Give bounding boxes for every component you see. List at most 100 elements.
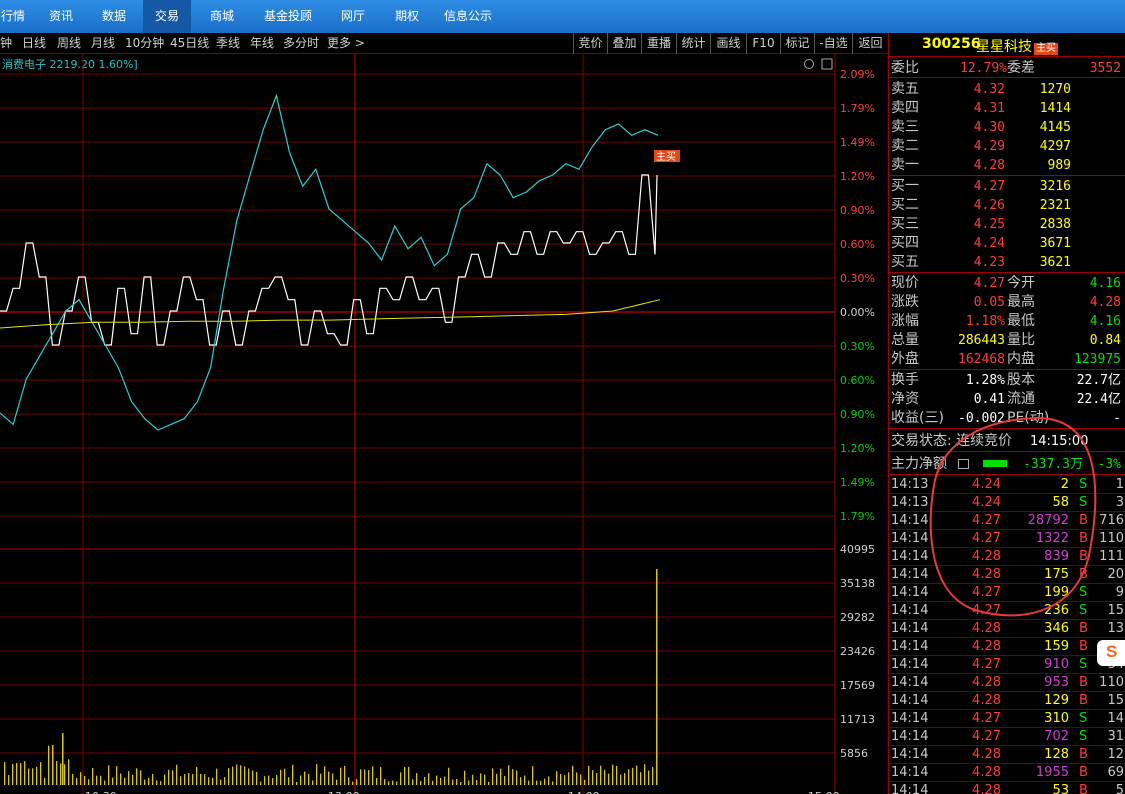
main-buy-badge: 主买 [1034,43,1058,55]
btn-stats[interactable]: 统计 [676,33,710,54]
stock-header: 300256 星星科技 主买 [889,33,1125,57]
period-day[interactable]: 日线 [22,33,46,54]
tick-row[interactable]: 14:14 4.27 310 S 14 [889,710,1125,728]
period-45day[interactable]: 45日线 [170,33,209,54]
quote-label: 今开 [1007,275,1035,291]
book-price[interactable]: 4.32 [949,80,1005,99]
volume-bar [232,766,234,785]
book-price[interactable]: 4.31 [949,99,1005,118]
nav-tab-mall[interactable]: 商城 [197,0,247,33]
book-price[interactable]: 4.27 [949,177,1005,196]
volume-bar [636,765,638,785]
book-price[interactable]: 4.24 [949,234,1005,253]
tick-row[interactable]: 14:14 4.28 128 B 12 [889,746,1125,764]
volume-bar [540,780,542,785]
period-month[interactable]: 月线 [91,33,115,54]
pct-tick-label: 0.90% [840,408,875,421]
pct-tick-label: 0.30% [840,340,875,353]
tick-t: 14:14 [891,693,929,708]
period-10min[interactable]: 10分钟 [125,33,164,54]
tick-row[interactable]: 14:144.28159B6 [889,638,1125,656]
book-volume: 2838 [1039,217,1071,232]
book-volume: 4145 [1039,120,1071,135]
fund-label: 流通 [1007,391,1035,407]
period-minute[interactable]: 分钟 [0,33,12,54]
tick-p: 4.27 [972,729,1001,744]
volume-bar [480,773,482,785]
more-menu[interactable]: 更多 > [327,33,365,54]
nav-tab-news[interactable]: 资讯 [38,0,84,33]
book-price[interactable]: 4.23 [949,253,1005,272]
wb-label: 委比 [891,60,919,76]
period-quarter[interactable]: 季线 [216,33,240,54]
book-price[interactable]: 4.30 [949,118,1005,137]
tick-n: 14 [1107,711,1124,726]
time-grid [82,54,836,794]
book-price[interactable]: 4.26 [949,196,1005,215]
tick-v: 159 [1044,639,1069,654]
book-price[interactable]: 4.28 [949,156,1005,175]
nav-tab-market[interactable]: 行情 [0,0,26,33]
volume-bar [120,773,122,785]
btn-auction[interactable]: 竞价 [573,33,607,54]
period-year[interactable]: 年线 [250,33,274,54]
btn-mark[interactable]: 标记 [780,33,814,54]
volume-bar [224,777,226,785]
tick-s: S [1079,657,1088,672]
volume-bar [408,766,410,785]
volume-bar [308,774,310,785]
volume-bar [444,776,446,785]
stock-name[interactable]: 星星科技 [976,36,1032,56]
btn-f10[interactable]: F10 [746,33,780,54]
quote-value: 1.18% [965,314,1005,329]
volume-bar [616,766,618,785]
book-volume: 1270 [1039,82,1071,97]
nav-tab-fund-advisor[interactable]: 基金投顾 [255,0,321,33]
btn-overlay[interactable]: 叠加 [607,33,641,54]
btn-replay[interactable]: 重播 [641,33,676,54]
tick-row[interactable]: 14:144.27910S34 [889,656,1125,674]
tick-row[interactable]: 14:14 4.28 53 B 5 [889,782,1125,794]
multi-timeshare[interactable]: 多分时 [283,33,319,54]
nav-tab-disclosure[interactable]: 信息公示 [436,0,500,33]
book-price[interactable]: 4.25 [949,215,1005,234]
tick-row[interactable]: 14:14 4.28 953 B 110 [889,674,1125,692]
btn-draw[interactable]: 画线 [710,33,746,54]
tick-row[interactable]: 14:14 4.27 702 S 31 [889,728,1125,746]
volume-bar [84,776,86,785]
volume-bar [424,776,426,785]
book-label: 买五 [891,254,919,270]
nav-tab-trade[interactable]: 交易 [143,0,191,33]
intraday-chart[interactable]: 消费电子 2219.20 1.60%] 2.09% 1.79% 1.49% 1.20%… [0,54,888,794]
volume-bar [8,775,10,785]
btn-remove-watchlist[interactable]: -自选 [814,33,852,54]
tick-row[interactable]: 14:14 4.28 129 B 15 [889,692,1125,710]
tick-s: B [1079,693,1088,708]
tick-s: B [1079,765,1088,780]
volume-bar [172,770,174,785]
tick-v: 53 [1052,783,1069,794]
book-volume: 3216 [1039,179,1071,194]
volume-tick-label: 23426 [840,645,875,658]
nav-tab-options[interactable]: 期权 [385,0,429,33]
volume-bar [140,770,142,785]
volume-bar [468,780,470,785]
volume-bar [316,764,318,785]
period-week[interactable]: 周线 [57,33,81,54]
volume-bar [568,772,570,785]
volume-bar [268,775,270,785]
input-method-icon[interactable]: S [1097,640,1125,666]
fund-label: 净资 [891,391,919,407]
quote-stats: 现价 4.27 今开 4.16 涨跌 0.05 最高 4.28 涨幅 1.18% 最低 4.16 总量 2… [889,274,1125,370]
volume-bar [364,769,366,785]
btn-back[interactable]: 返回 [852,33,888,54]
book-price[interactable]: 4.29 [949,137,1005,156]
nav-tab-data[interactable]: 数据 [90,0,138,33]
volume-bar [476,780,478,785]
quote-value: 4.27 [973,276,1005,291]
chart-window-icons[interactable] [804,58,833,70]
volume-bar [188,773,190,785]
volume-bar [556,771,558,785]
tick-row[interactable]: 14:14 4.28 1955 B 69 [889,764,1125,782]
nav-tab-online-hall[interactable]: 网厅 [331,0,375,33]
